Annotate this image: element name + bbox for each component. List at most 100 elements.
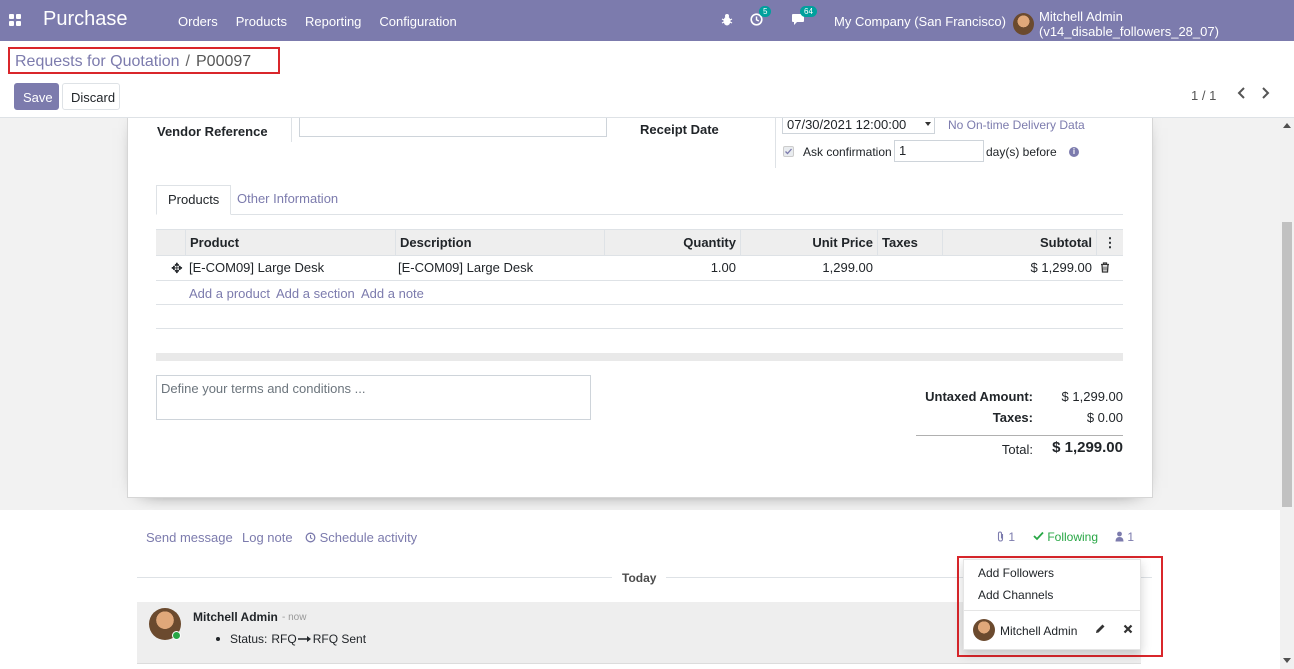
days-before-label: day(s) before — [986, 145, 1057, 159]
user-menu[interactable]: Mitchell Admin (v14_disable_followers_28… — [1013, 9, 1294, 39]
dropdown-divider — [964, 610, 1140, 611]
breadcrumb-current: P00097 — [196, 53, 252, 70]
optional-columns-icon[interactable]: ⋮ — [1096, 230, 1123, 255]
menu-reporting[interactable]: Reporting — [305, 14, 361, 29]
add-product-link[interactable]: Add a product — [189, 286, 270, 301]
form-view: Vendor Reference Receipt Date 07/30/2021… — [0, 118, 1280, 510]
tracking-value: Status: RFQ RFQ Sent — [216, 632, 366, 646]
check-icon — [1033, 531, 1044, 541]
drag-handle-icon[interactable]: ✥ — [167, 256, 183, 280]
table-row — [156, 305, 1123, 329]
add-line-row: Add a product Add a section Add a note — [156, 281, 1123, 305]
terms-conditions-textarea[interactable]: Define your terms and conditions ... — [156, 375, 591, 420]
on-time-delivery-link[interactable]: No On-time Delivery Data — [948, 118, 1085, 132]
activity-menu[interactable]: 5 — [750, 6, 772, 29]
online-status-indicator — [172, 631, 181, 640]
untaxed-amount-label: Untaxed Amount: — [925, 389, 1033, 404]
message-author[interactable]: Mitchell Admin — [193, 610, 278, 624]
tab-other-information[interactable]: Other Information — [226, 185, 349, 215]
column-header-product[interactable]: Product — [185, 230, 395, 255]
pager-next-icon[interactable] — [1261, 86, 1271, 100]
menu-configuration[interactable]: Configuration — [379, 14, 456, 29]
line-taxes[interactable] — [877, 256, 942, 280]
order-lines-table: Product Description Quantity Unit Price … — [156, 229, 1123, 361]
total-label: Total: — [1001, 442, 1033, 457]
delete-line-icon[interactable] — [1096, 256, 1112, 280]
line-unit-price[interactable]: 1,299.00 — [740, 256, 877, 280]
add-section-link[interactable]: Add a section — [276, 286, 355, 301]
save-button[interactable]: Save — [14, 83, 59, 110]
add-channels-item[interactable]: Add Channels — [978, 588, 1053, 602]
messaging-menu[interactable]: 64 — [791, 6, 817, 29]
apps-menu-icon[interactable] — [9, 14, 21, 26]
form-scrollbar[interactable] — [1280, 118, 1294, 669]
scroll-up-icon[interactable] — [1283, 123, 1291, 128]
info-icon[interactable]: i — [1069, 147, 1079, 157]
discard-button[interactable]: Discard — [62, 83, 120, 110]
user-name: Mitchell Admin (v14_disable_followers_28… — [1038, 9, 1219, 39]
ask-confirmation-checkbox[interactable] — [783, 146, 794, 157]
attachments-count: 1 — [1008, 530, 1016, 544]
follower-name[interactable]: Mitchell Admin — [1000, 624, 1077, 638]
tab-products[interactable]: Products — [156, 185, 232, 215]
menu-products[interactable]: Products — [236, 14, 287, 29]
following-button[interactable]: Following — [1033, 530, 1098, 544]
confirmation-days-input[interactable]: 1 — [894, 140, 984, 162]
schedule-activity-label: Schedule activity — [319, 530, 418, 545]
followers-button[interactable]: 1 — [1115, 530, 1134, 544]
column-header-subtotal[interactable]: Subtotal — [942, 230, 1096, 255]
vendor-reference-input[interactable] — [299, 118, 607, 137]
paperclip-icon — [997, 531, 1004, 542]
form-sheet: Vendor Reference Receipt Date 07/30/2021… — [127, 118, 1153, 498]
clock-icon — [305, 532, 316, 543]
user-avatar — [1013, 13, 1034, 35]
company-switcher[interactable]: My Company (San Francisco) — [834, 14, 1006, 29]
followers-count: 1 — [1127, 530, 1135, 544]
untaxed-amount-row: Untaxed Amount: $ 1,299.00 — [916, 389, 1123, 410]
check-icon — [785, 148, 792, 155]
debug-icon[interactable] — [721, 13, 733, 27]
attachments-button[interactable]: 1 — [996, 530, 1015, 544]
app-name[interactable]: Purchase — [43, 8, 128, 31]
table-footer — [156, 353, 1123, 361]
date-separator-label: Today — [612, 571, 667, 585]
tracking-field-label: Status: — [230, 632, 268, 646]
add-followers-item[interactable]: Add Followers — [978, 566, 1054, 580]
line-product[interactable]: [E-COM09] Large Desk — [185, 256, 395, 280]
table-row[interactable]: ✥ [E-COM09] Large Desk [E-COM09] Large D… — [156, 256, 1123, 281]
remove-follower-icon[interactable] — [1122, 623, 1134, 635]
scroll-down-icon[interactable] — [1283, 658, 1291, 663]
following-label: Following — [1047, 530, 1099, 544]
receipt-date-label: Receipt Date — [640, 122, 719, 137]
control-panel: Requests for Quotation / P00097 Save Disca… — [0, 41, 1294, 118]
message-time: - now — [282, 612, 307, 623]
follower-avatar — [973, 619, 995, 641]
breadcrumb-separator: / — [185, 53, 190, 70]
pager-previous-icon[interactable] — [1236, 86, 1246, 100]
activity-badge: 5 — [759, 6, 772, 17]
field-divider — [775, 118, 776, 168]
send-message-button[interactable]: Send message — [146, 530, 233, 545]
column-header-description[interactable]: Description — [395, 230, 604, 255]
pager-value[interactable]: 1 / 1 — [1191, 88, 1216, 103]
edit-subscription-icon[interactable] — [1094, 623, 1106, 635]
ask-confirmation-label: Ask confirmation — [803, 145, 892, 159]
column-header-quantity[interactable]: Quantity — [604, 230, 740, 255]
scrollbar-thumb[interactable] — [1282, 222, 1292, 507]
arrow-right-icon — [297, 636, 311, 642]
breadcrumb-rfq-link[interactable]: Requests for Quotation — [15, 53, 180, 70]
add-note-link[interactable]: Add a note — [361, 286, 424, 301]
schedule-activity-button[interactable]: Schedule activity — [305, 530, 417, 545]
column-header-taxes[interactable]: Taxes — [877, 230, 942, 255]
line-quantity[interactable]: 1.00 — [604, 256, 740, 280]
menu-orders[interactable]: Orders — [178, 14, 218, 29]
total-value: $ 1,299.00 — [1052, 439, 1123, 456]
log-note-button[interactable]: Log note — [242, 530, 293, 545]
caret-down-icon — [925, 122, 931, 126]
column-header-unit-price[interactable]: Unit Price — [740, 230, 877, 255]
list-bullet — [216, 637, 220, 641]
line-description[interactable]: [E-COM09] Large Desk — [394, 256, 603, 280]
taxes-value: $ 0.00 — [1086, 410, 1123, 425]
field-divider — [291, 118, 292, 142]
receipt-date-input[interactable]: 07/30/2021 12:00:00 — [782, 118, 935, 134]
